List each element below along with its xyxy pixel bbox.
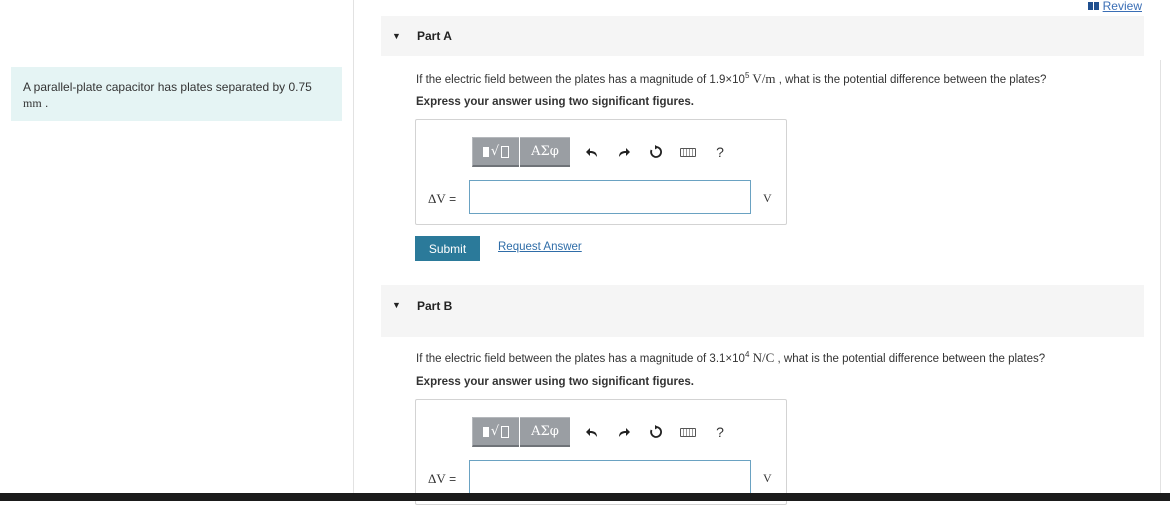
templates-button[interactable]: √ — [472, 417, 519, 447]
part-b-question: If the electric field between the plates… — [416, 350, 1045, 366]
answer-unit: V — [763, 191, 772, 205]
part-a-title: Part A — [417, 29, 452, 43]
delta-v-symbol: ΔV — [428, 471, 446, 486]
answer-unit: V — [763, 471, 772, 485]
caret-down-icon[interactable]: ▼ — [392, 31, 401, 41]
delta-v-label: ΔV = — [428, 471, 456, 487]
question-suffix: , what is the potential difference betwe… — [774, 353, 1046, 365]
part-b-answer-panel: √ ΑΣφ ? ΔV = V — [415, 399, 787, 505]
math-toolbar: √ ΑΣφ ? — [472, 417, 736, 447]
delta-v-symbol: ΔV — [428, 191, 446, 206]
part-a-answer-input[interactable] — [469, 180, 751, 214]
math-toolbar: √ ΑΣφ ? — [472, 137, 736, 167]
keyboard-icon[interactable] — [672, 417, 704, 447]
help-icon[interactable]: ? — [704, 417, 736, 447]
templates-button[interactable]: √ — [472, 137, 519, 167]
field-unit: N/C — [749, 350, 775, 365]
symbols-button[interactable]: ΑΣφ — [520, 137, 570, 167]
problem-unit: mm — [23, 96, 42, 110]
question-suffix: , what is the potential difference betwe… — [775, 74, 1047, 86]
part-a-instructions: Express your answer using two significan… — [416, 96, 694, 108]
part-b-instructions: Express your answer using two significan… — [416, 376, 694, 388]
part-a-header[interactable]: ▼ Part A — [381, 16, 1144, 56]
equals-sign: = — [445, 192, 457, 206]
redo-icon[interactable] — [608, 137, 640, 167]
problem-statement: A parallel-plate capacitor has plates se… — [11, 67, 342, 121]
field-unit: V/m — [749, 71, 776, 86]
request-answer-link[interactable]: Request Answer — [498, 241, 582, 253]
problem-suffix: . — [41, 96, 49, 110]
undo-icon[interactable] — [576, 417, 608, 447]
delta-v-label: ΔV = — [428, 191, 456, 207]
part-b-answer-input[interactable] — [469, 460, 751, 494]
caret-down-icon[interactable]: ▼ — [392, 300, 401, 310]
book-icon — [1087, 2, 1099, 10]
review-link[interactable]: Review — [1087, 0, 1142, 13]
submit-button[interactable]: Submit — [415, 236, 480, 261]
content-divider — [1160, 60, 1161, 500]
part-b-header[interactable]: ▼ Part B — [381, 285, 1144, 337]
undo-icon[interactable] — [576, 137, 608, 167]
help-icon[interactable]: ? — [704, 137, 736, 167]
reset-icon[interactable] — [640, 417, 672, 447]
problem-text: A parallel-plate capacitor has plates se… — [23, 80, 312, 94]
part-a-question: If the electric field between the plates… — [416, 71, 1046, 87]
redo-icon[interactable] — [608, 417, 640, 447]
symbols-button[interactable]: ΑΣφ — [520, 417, 570, 447]
question-text: If the electric field between the plates… — [416, 74, 745, 86]
part-a-answer-panel: √ ΑΣφ ? ΔV = V — [415, 119, 787, 225]
keyboard-icon[interactable] — [672, 137, 704, 167]
review-label: Review — [1102, 0, 1142, 13]
reset-icon[interactable] — [640, 137, 672, 167]
part-b-title: Part B — [417, 299, 453, 313]
radical-icon: √ — [490, 424, 500, 439]
bottom-bar — [0, 493, 1170, 501]
equals-sign: = — [445, 472, 457, 486]
radical-icon: √ — [490, 144, 500, 159]
question-text: If the electric field between the plates… — [416, 353, 745, 365]
